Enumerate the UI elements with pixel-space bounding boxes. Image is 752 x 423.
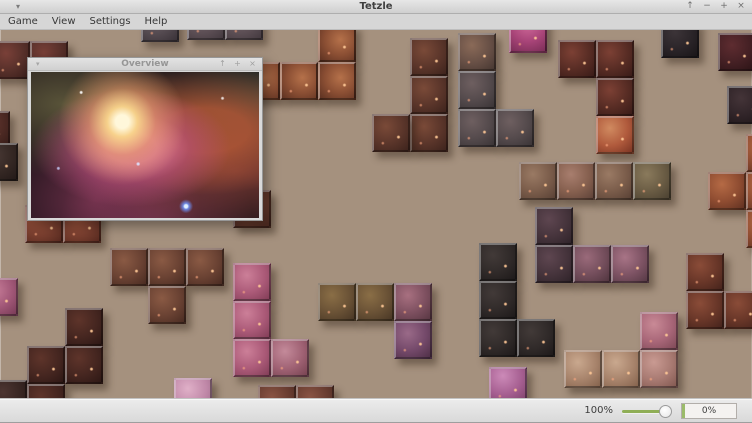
window-menu-icon[interactable]: ▾: [36, 59, 40, 70]
shade-button[interactable]: ↑: [218, 58, 227, 70]
menubar: Game View Settings Help: [0, 14, 752, 30]
puzzle-canvas[interactable]: ▾ Overview ↑ + ×: [0, 30, 752, 398]
titlebar[interactable]: ▾ Tetzle ↑ − + ×: [0, 0, 752, 14]
piece-tile: [296, 385, 334, 398]
close-button[interactable]: ×: [248, 58, 257, 70]
maximize-button[interactable]: +: [719, 0, 729, 13]
menu-settings[interactable]: Settings: [90, 14, 131, 29]
window-title: Tetzle: [0, 0, 752, 13]
zoom-slider-handle[interactable]: [659, 405, 672, 418]
menu-game[interactable]: Game: [8, 14, 38, 29]
statusbar: 100% 0%: [0, 398, 752, 423]
maximize-button[interactable]: +: [233, 58, 242, 70]
zoom-level-label: 100%: [584, 405, 613, 416]
overview-puzzle-image: [31, 72, 259, 218]
close-button[interactable]: ×: [736, 0, 746, 13]
overview-buttons: ↑ + ×: [218, 58, 257, 70]
minimize-button[interactable]: −: [702, 0, 712, 13]
completion-progressbar: 0%: [681, 403, 737, 419]
overview-window[interactable]: ▾ Overview ↑ + ×: [27, 57, 263, 221]
shade-button[interactable]: ↑: [685, 0, 695, 13]
completion-percent-label: 0%: [702, 406, 716, 416]
window-menu-icon[interactable]: ▾: [16, 1, 20, 13]
tetzle-window: ▾ Tetzle ↑ − + × Game View Settings Help…: [0, 0, 752, 423]
overview-titlebar[interactable]: ▾ Overview ↑ + ×: [28, 58, 262, 71]
menu-help[interactable]: Help: [145, 14, 168, 29]
zoom-slider[interactable]: [622, 404, 672, 418]
menu-view[interactable]: View: [52, 14, 76, 29]
window-buttons: ↑ − + ×: [685, 0, 746, 13]
piece-tile: [258, 385, 296, 398]
progress-fill: [682, 404, 685, 418]
